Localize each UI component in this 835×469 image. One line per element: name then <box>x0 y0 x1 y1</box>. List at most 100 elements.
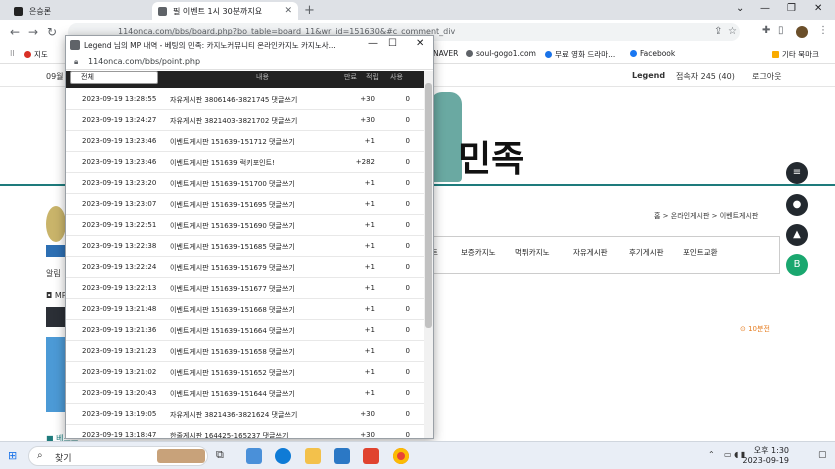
blog-icon[interactable]: B <box>786 254 808 276</box>
site-favicon-icon <box>70 40 80 50</box>
row-used: 0 <box>405 347 410 355</box>
row-points: +30 <box>360 410 375 418</box>
extensions-icon[interactable]: ✚ <box>762 25 770 36</box>
row-date: 2023-09-19 13:22:24 <box>82 263 157 271</box>
minimize-icon[interactable]: — <box>760 3 770 14</box>
search-icon: ⌕ <box>37 450 43 461</box>
chrome-icon[interactable] <box>393 448 409 464</box>
share-icon[interactable]: ⇪ <box>714 26 722 37</box>
row-used: 0 <box>405 116 410 124</box>
table-row: 2023-09-19 13:22:13 이벤트게시판 151639-151677 … <box>66 278 424 299</box>
bookmark-naver[interactable]: NAVER <box>433 49 458 58</box>
popup-scrollbar[interactable] <box>424 71 433 438</box>
user-icon[interactable]: ● <box>786 194 808 216</box>
widgets-icon[interactable] <box>246 448 262 464</box>
scroll-thumb[interactable] <box>425 83 432 328</box>
popup-address-bar[interactable]: 🔒︎ 114onca.com/bbs/point.php <box>66 54 433 70</box>
bookmark-star-icon[interactable]: ☆ <box>728 26 737 37</box>
bookmark-facebook[interactable]: Facebook <box>630 49 675 58</box>
task-view-icon[interactable]: ⧉ <box>216 448 232 464</box>
nav-item[interactable]: 후기게시판 <box>629 247 664 258</box>
browser-tab[interactable]: 은승론 <box>8 2 152 20</box>
row-description: 이벤트게시판 151639-151712 댓글쓰기 <box>170 138 295 146</box>
clock-time: 오후 1:30 <box>753 446 789 455</box>
bookmark-maps[interactable]: 지도 <box>24 49 48 60</box>
row-points: +1 <box>364 242 375 250</box>
nav-item[interactable]: 먹튀카지노 <box>515 247 550 258</box>
row-description: 이벤트게시판 151639-151668 댓글쓰기 <box>170 306 295 314</box>
side-panel-icon[interactable]: ▯ <box>778 25 784 36</box>
alert-label: 알림 <box>46 269 61 278</box>
row-points: +282 <box>355 158 375 166</box>
bookmark-movie[interactable]: 무료 영화 드라마... <box>545 49 615 60</box>
row-description: 이벤트게시판 151639-151658 댓글쓰기 <box>170 348 295 356</box>
site-logo-text[interactable]: 민족 <box>458 130 524 182</box>
tab-search-icon[interactable]: ⌄ <box>736 3 744 14</box>
taskbar-search[interactable]: ⌕ 찾기 <box>28 446 208 466</box>
profile-avatar[interactable] <box>796 26 808 38</box>
apps-icon[interactable]: ⁝⁝ <box>10 49 15 58</box>
app-icon[interactable] <box>363 448 379 464</box>
bookmark-other[interactable]: 기타 북마크 <box>772 49 819 60</box>
row-points: +1 <box>364 389 375 397</box>
maximize-icon[interactable]: ☐ <box>388 38 397 49</box>
close-window-icon[interactable]: ✕ <box>814 3 822 14</box>
file-explorer-icon[interactable] <box>305 448 321 464</box>
row-used: 0 <box>405 305 410 313</box>
table-row: 2023-09-19 13:20:43 이벤트게시판 151639-151644 … <box>66 383 424 404</box>
row-used: 0 <box>405 200 410 208</box>
row-used: 0 <box>405 431 410 438</box>
back-icon[interactable]: ← <box>10 25 20 39</box>
windows-start-icon[interactable]: ⊞ <box>8 449 17 462</box>
row-points: +1 <box>364 347 375 355</box>
notification-icon[interactable]: ▢ <box>818 450 827 460</box>
reload-icon[interactable]: ↻ <box>47 25 57 39</box>
table-row: 2023-09-19 13:23:46 이벤트게시판 151639 럭키포인트! +… <box>66 152 424 173</box>
close-icon[interactable]: ✕ <box>284 6 292 16</box>
row-points: +1 <box>364 326 375 334</box>
mp-label: ◘ MP <box>46 291 67 300</box>
bookmark-soul[interactable]: soul-gogo1.com <box>466 49 536 58</box>
popup-url: 114onca.com/bbs/point.php <box>88 57 201 66</box>
nav-item[interactable]: 보증카지노 <box>461 247 496 258</box>
map-icon <box>24 51 31 58</box>
row-points: +1 <box>364 263 375 271</box>
close-window-icon[interactable]: ✕ <box>416 38 424 49</box>
user-legend-link[interactable]: Legend <box>632 71 665 80</box>
bell-icon[interactable]: ▲ <box>786 224 808 246</box>
menu-dots-icon[interactable]: ⋮ <box>818 25 828 36</box>
filter-select[interactable]: 전체 <box>70 71 158 84</box>
search-highlight-image <box>157 449 205 463</box>
row-date: 2023-09-19 13:21:23 <box>82 347 157 355</box>
site-date: 09월 <box>46 72 64 81</box>
row-date: 2023-09-19 13:23:20 <box>82 179 157 187</box>
table-row: 2023-09-19 13:21:02 이벤트게시판 151639-151652 … <box>66 362 424 383</box>
row-points: +1 <box>364 200 375 208</box>
browser-tab-active[interactable]: 필 이벤트 1시 30분까지요 ✕ <box>152 2 298 20</box>
row-used: 0 <box>405 242 410 250</box>
row-points: +30 <box>360 116 375 124</box>
mail-icon[interactable] <box>334 448 350 464</box>
row-date: 2023-09-19 13:21:02 <box>82 368 157 376</box>
edge-icon[interactable] <box>275 448 291 464</box>
table-row: 2023-09-19 13:21:48 이벤트게시판 151639-151668 … <box>66 299 424 320</box>
tray-chevron-icon[interactable]: ⌃ <box>708 450 715 459</box>
dark-button[interactable] <box>46 307 66 327</box>
row-description: 한줄게시판 164425-165237 댓글쓰기 <box>170 432 289 438</box>
minimize-icon[interactable]: — <box>368 38 378 49</box>
taskbar-clock[interactable]: 오후 1:30 2023-09-19 <box>743 445 790 465</box>
row-date: 2023-09-19 13:23:46 <box>82 137 157 145</box>
logout-link[interactable]: 로그아웃 <box>752 71 781 82</box>
nav-item[interactable]: 포인트교환 <box>683 247 718 258</box>
row-description: 자유게시판 3806146-3821745 댓글쓰기 <box>170 96 298 104</box>
menu-icon[interactable]: ≡ <box>786 162 808 184</box>
banner-image[interactable] <box>46 337 66 412</box>
forward-icon[interactable]: → <box>28 25 38 39</box>
new-tab-icon[interactable]: + <box>304 3 315 18</box>
row-used: 0 <box>405 326 410 334</box>
maximize-icon[interactable]: ❐ <box>787 3 796 14</box>
nav-item[interactable]: 자유게시판 <box>573 247 608 258</box>
tab-strip: 은승론 필 이벤트 1시 30분까지요 ✕ + ⌄ — ❐ ✕ <box>0 0 835 20</box>
site-favicon-icon <box>158 6 167 16</box>
row-date: 2023-09-19 13:23:07 <box>82 200 157 208</box>
